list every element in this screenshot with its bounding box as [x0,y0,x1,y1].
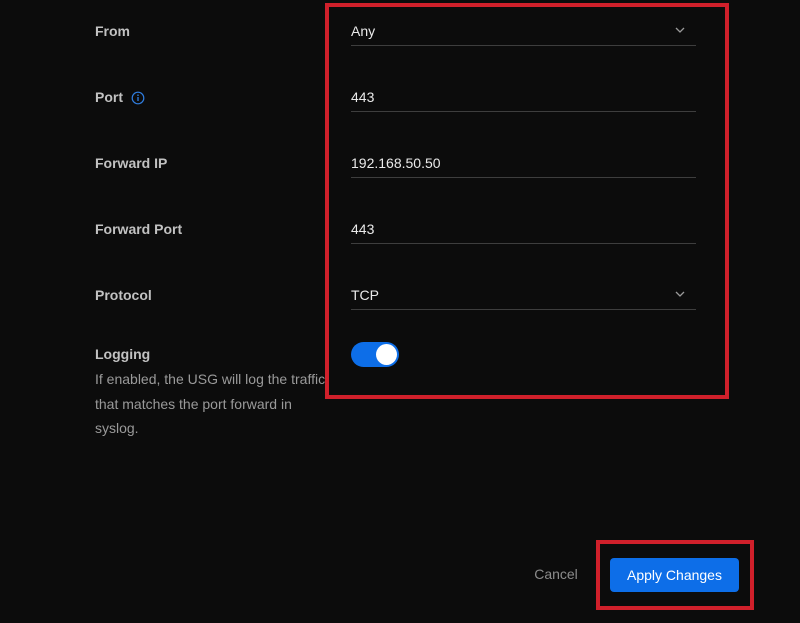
forward-ip-value: 192.168.50.50 [351,155,441,171]
toggle-knob [376,344,397,365]
chevron-down-icon [675,27,685,33]
protocol-label: Protocol [95,287,152,303]
from-label: From [95,23,130,39]
forward-ip-input[interactable]: 192.168.50.50 [351,148,696,178]
port-input[interactable]: 443 [351,82,696,112]
cancel-button[interactable]: Cancel [523,558,589,590]
logging-description: If enabled, the USG will log the traffic… [95,371,326,436]
port-value: 443 [351,89,375,105]
info-icon[interactable] [131,91,145,105]
forward-port-value: 443 [351,221,375,237]
port-label: Port [95,89,123,105]
forward-ip-label: Forward IP [95,155,168,171]
forward-port-label: Forward Port [95,221,183,237]
forward-port-input[interactable]: 443 [351,214,696,244]
logging-toggle[interactable] [351,342,399,367]
from-value: Any [351,23,376,39]
from-select[interactable]: Any [351,16,696,46]
protocol-value: TCP [351,287,379,303]
fields-highlight-box [325,3,729,399]
protocol-select[interactable]: TCP [351,280,696,310]
logging-label: Logging [95,346,151,362]
apply-changes-button[interactable]: Apply Changes [610,558,739,592]
chevron-down-icon [675,291,685,297]
